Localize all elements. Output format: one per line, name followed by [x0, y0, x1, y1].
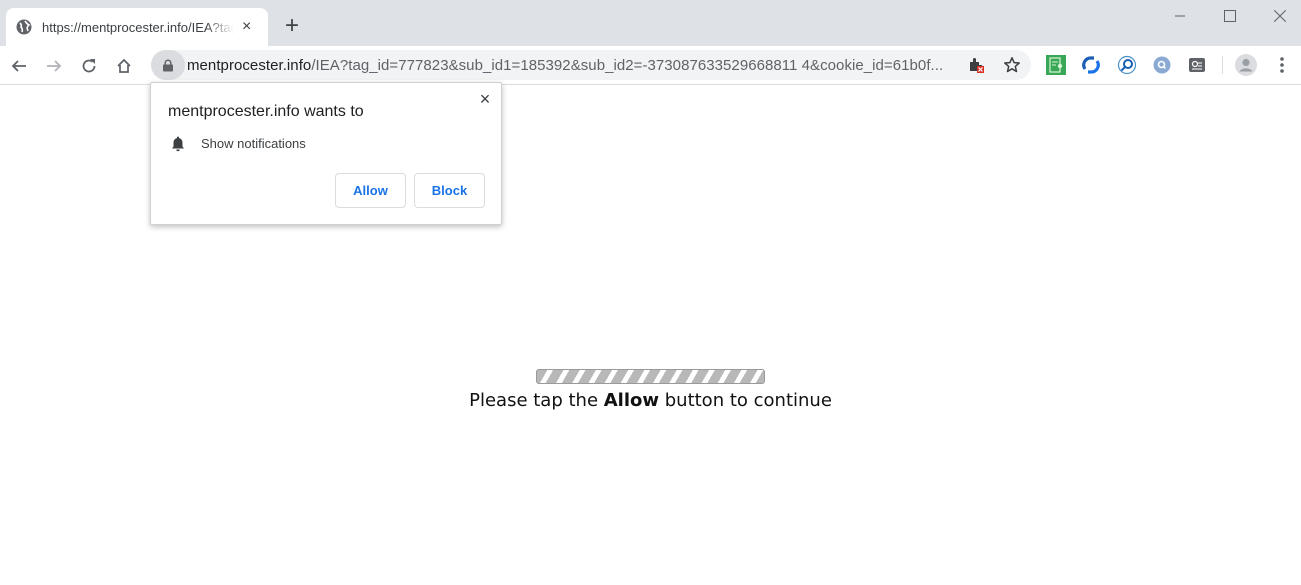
loading-progress-bar	[536, 369, 765, 384]
reload-icon	[82, 59, 96, 73]
bell-icon	[172, 136, 184, 152]
sync-extension-icon[interactable]	[1081, 55, 1101, 75]
permission-label: Show notifications	[201, 136, 306, 151]
home-button[interactable]	[110, 52, 138, 80]
profile-avatar-icon[interactable]	[1235, 54, 1257, 76]
instruction-message: Please tap the Allow button to continue	[0, 390, 1301, 411]
reload-button[interactable]	[75, 52, 103, 80]
toolbar-separator	[1222, 56, 1223, 74]
tab-close-icon[interactable]: ×	[242, 18, 251, 36]
maximize-icon	[1224, 10, 1236, 22]
url-path: /IEA?tag_id=777823&sub_id1=185392&sub_id…	[311, 56, 944, 74]
menu-kebab-icon[interactable]	[1272, 55, 1292, 75]
block-button[interactable]: Block	[414, 173, 485, 208]
window-close-icon	[1273, 9, 1287, 23]
notification-permission-dialog: mentprocester.info wants to × Show notif…	[150, 82, 502, 225]
pdf-extension-icon[interactable]	[1046, 55, 1066, 75]
home-icon	[117, 58, 131, 73]
tab-title: https://mentprocester.info/IEA?tag_id=77…	[42, 19, 234, 35]
search-extension-icon[interactable]	[1117, 55, 1137, 75]
allow-button[interactable]: Allow	[335, 173, 406, 208]
dialog-title: mentprocester.info wants to	[168, 103, 364, 120]
new-tab-button[interactable]: +	[280, 12, 304, 40]
url-domain: mentprocester.info	[187, 56, 312, 74]
bookmark-star-icon[interactable]	[1003, 56, 1021, 74]
message-after: button to continue	[659, 390, 832, 411]
lock-icon	[163, 59, 173, 71]
back-button[interactable]	[5, 52, 33, 80]
url-text[interactable]: mentprocester.info/IEA?tag_id=777823&sub…	[187, 57, 943, 74]
maximize-button[interactable]	[1207, 4, 1253, 28]
minimize-button[interactable]	[1157, 4, 1203, 28]
media-extension-icon[interactable]	[1187, 55, 1207, 75]
message-bold: Allow	[603, 390, 660, 411]
toolbar: mentprocester.info/IEA?tag_id=777823&sub…	[0, 46, 1301, 85]
address-bar[interactable]: mentprocester.info/IEA?tag_id=777823&sub…	[151, 50, 1031, 80]
forward-icon	[47, 60, 62, 72]
window-close-button[interactable]	[1257, 4, 1301, 28]
dialog-close-icon[interactable]: ×	[476, 89, 494, 110]
blocked-plugin-icon[interactable]	[967, 56, 985, 74]
site-info-button[interactable]	[151, 50, 185, 80]
globe-icon	[16, 19, 32, 35]
search-circle-extension-icon[interactable]	[1152, 55, 1172, 75]
forward-button[interactable]	[40, 52, 68, 80]
minimize-icon	[1175, 15, 1185, 17]
message-before: Please tap the	[469, 390, 604, 411]
back-icon	[11, 60, 26, 72]
title-bar: https://mentprocester.info/IEA?tag_id=77…	[0, 0, 1301, 46]
browser-tab[interactable]: https://mentprocester.info/IEA?tag_id=77…	[6, 8, 268, 46]
